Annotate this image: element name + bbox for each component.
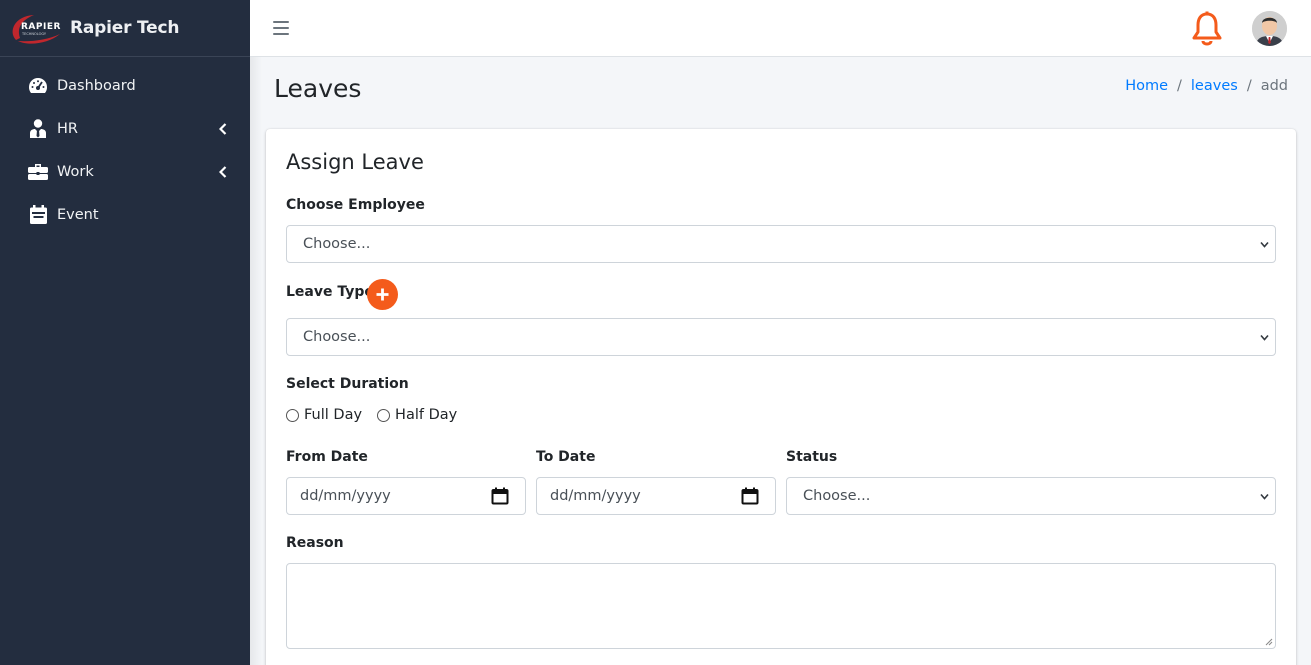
- duration-label: Select Duration: [286, 376, 409, 392]
- sidebar-item-event[interactable]: Event: [0, 193, 250, 236]
- reason-label: Reason: [286, 535, 344, 551]
- to-date-input[interactable]: dd/mm/yyyy: [536, 477, 776, 515]
- half-day-radio[interactable]: Half Day: [377, 407, 457, 423]
- from-date-input[interactable]: dd/mm/yyyy: [286, 477, 526, 515]
- status-label: Status: [786, 449, 838, 465]
- sidebar-item-label: Dashboard: [57, 77, 136, 94]
- employee-select-value: Choose...: [303, 236, 371, 252]
- leave-type-select-value: Choose...: [303, 329, 371, 345]
- resize-handle[interactable]: [1265, 638, 1273, 646]
- brand-name: Rapier Tech: [70, 18, 180, 38]
- radio-circle: [286, 408, 299, 422]
- sidebar-item-label: Event: [57, 206, 99, 223]
- to-date-label: To Date: [536, 449, 596, 465]
- breadcrumb: Home / leaves / add: [1125, 78, 1288, 94]
- svg-text:TECHNOLOGY: TECHNOLOGY: [21, 32, 47, 36]
- rapier-logo: RAPIER TECHNOLOGY: [8, 10, 62, 46]
- from-date-label: From Date: [286, 449, 368, 465]
- chevron-down-icon: [1260, 493, 1269, 500]
- card-title: Assign Leave: [286, 150, 424, 174]
- radio-label: Full Day: [304, 407, 363, 423]
- chevron-left-icon: [218, 165, 228, 179]
- reason-textarea[interactable]: [286, 563, 1276, 649]
- from-date-placeholder: dd/mm/yyyy: [300, 488, 391, 504]
- status-select[interactable]: Choose...: [786, 477, 1276, 515]
- leave-type-label: Leave Type: [286, 284, 374, 300]
- full-day-radio[interactable]: Full Day: [286, 407, 362, 423]
- user-tie-icon: [27, 119, 49, 139]
- breadcrumb-separator: /: [1246, 78, 1252, 94]
- leave-type-select[interactable]: Choose...: [286, 318, 1276, 356]
- user-avatar[interactable]: [1252, 11, 1287, 46]
- employee-select[interactable]: Choose...: [286, 225, 1276, 263]
- breadcrumb-current: add: [1260, 78, 1288, 94]
- breadcrumb-separator: /: [1177, 78, 1182, 94]
- brand[interactable]: RAPIER TECHNOLOGY Rapier Tech: [0, 0, 250, 57]
- briefcase-icon: [27, 162, 49, 182]
- assign-leave-card: Assign Leave Choose Employee Choose... L…: [266, 129, 1296, 665]
- page-title: Leaves: [274, 74, 362, 103]
- sidebar-item-dashboard[interactable]: Dashboard: [0, 64, 250, 107]
- sidebar-nav: Dashboard HR Work Event: [0, 57, 250, 236]
- radio-label: Half Day: [395, 407, 458, 423]
- calendar-icon[interactable]: [491, 487, 509, 505]
- hamburger-icon[interactable]: [273, 19, 289, 37]
- plus-icon: [376, 288, 389, 301]
- radio-circle: [377, 408, 391, 422]
- content-shadow: [250, 57, 262, 665]
- breadcrumb-leaves-link[interactable]: leaves: [1191, 78, 1238, 94]
- sidebar-item-label: HR: [57, 120, 78, 137]
- sidebar-item-hr[interactable]: HR: [0, 107, 250, 150]
- topbar: [250, 0, 1311, 57]
- chevron-down-icon: [1260, 334, 1269, 341]
- duration-radio-group: Full Day Half Day: [286, 407, 472, 423]
- to-date-placeholder: dd/mm/yyyy: [550, 488, 641, 504]
- status-select-value: Choose...: [803, 488, 871, 504]
- bell-icon[interactable]: [1190, 11, 1224, 47]
- calendar-icon[interactable]: [741, 487, 759, 505]
- calendar-icon: [27, 205, 49, 225]
- sidebar-item-label: Work: [57, 163, 94, 180]
- add-leave-type-button[interactable]: [367, 279, 398, 310]
- sidebar-item-work[interactable]: Work: [0, 150, 250, 193]
- chevron-down-icon: [1260, 241, 1269, 248]
- svg-text:RAPIER: RAPIER: [21, 22, 61, 32]
- speedometer-icon: [27, 76, 49, 96]
- sidebar: RAPIER TECHNOLOGY Rapier Tech Dashboard …: [0, 0, 250, 665]
- chevron-left-icon: [218, 122, 228, 136]
- employee-label: Choose Employee: [286, 197, 425, 213]
- breadcrumb-home-link[interactable]: Home: [1125, 78, 1168, 94]
